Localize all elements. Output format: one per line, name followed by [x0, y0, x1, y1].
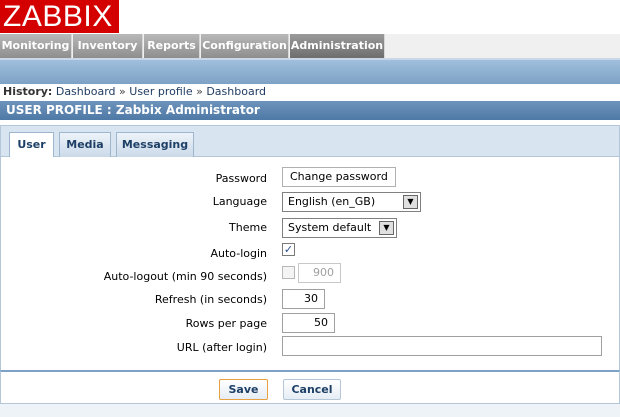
history-link-user-profile[interactable]: User profile: [129, 85, 192, 98]
tab-media[interactable]: Media: [59, 132, 111, 158]
url-input[interactable]: [282, 336, 602, 356]
autologout-checkbox[interactable]: [282, 266, 295, 279]
theme-label: Theme: [229, 221, 267, 234]
chevron-down-icon: ▼: [403, 195, 418, 209]
save-button[interactable]: Save: [219, 379, 268, 400]
menu-item-reports[interactable]: Reports: [144, 34, 200, 58]
menu-item-configuration[interactable]: Configuration: [201, 34, 289, 58]
submenu-bar: [0, 58, 620, 84]
rows-per-page-label: Rows per page: [185, 317, 267, 330]
user-profile-form: Password Change password Language Englis…: [0, 157, 620, 370]
url-label: URL (after login): [176, 341, 267, 354]
cancel-button[interactable]: Cancel: [283, 379, 341, 400]
history-separator: »: [119, 85, 126, 98]
main-menu: Monitoring Inventory Reports Configurati…: [0, 34, 620, 58]
bottom-bar: [0, 404, 620, 417]
chevron-down-icon: ▼: [379, 221, 394, 235]
history-label: History:: [3, 85, 53, 98]
theme-select[interactable]: System default ▼: [282, 218, 397, 238]
check-icon: ✓: [283, 243, 294, 256]
autologout-input[interactable]: 900: [298, 263, 341, 283]
theme-value: System default: [288, 221, 372, 234]
change-password-button[interactable]: Change password: [282, 167, 396, 187]
refresh-label: Refresh (in seconds): [154, 293, 267, 306]
page-title: USER PROFILE : Zabbix Administrator: [0, 101, 620, 120]
language-select[interactable]: English (en_GB) ▼: [282, 192, 421, 212]
autologout-label: Auto-logout (min 90 seconds): [103, 270, 267, 283]
menu-item-monitoring[interactable]: Monitoring: [0, 34, 72, 58]
language-label: Language: [212, 195, 267, 208]
menu-item-inventory[interactable]: Inventory: [73, 34, 143, 58]
autologin-checkbox[interactable]: ✓: [282, 243, 295, 256]
password-label: Password: [215, 172, 267, 185]
tab-strip: User Media Messaging: [0, 125, 620, 159]
rows-per-page-input[interactable]: 50: [282, 313, 335, 333]
history-link-dashboard[interactable]: Dashboard: [56, 85, 116, 98]
history-separator: »: [196, 85, 203, 98]
language-value: English (en_GB): [288, 195, 376, 208]
breadcrumb: History: Dashboard » User profile » Dash…: [3, 86, 266, 98]
autologin-label: Auto-login: [210, 247, 267, 260]
tab-messaging[interactable]: Messaging: [116, 132, 194, 158]
form-footer: Save Cancel: [0, 370, 620, 404]
menu-item-administration[interactable]: Administration: [290, 34, 385, 58]
zabbix-logo: ZABBIX: [0, 0, 119, 33]
history-link-dashboard-2[interactable]: Dashboard: [206, 85, 266, 98]
refresh-input[interactable]: 30: [282, 289, 325, 309]
tab-user[interactable]: User: [9, 132, 54, 159]
